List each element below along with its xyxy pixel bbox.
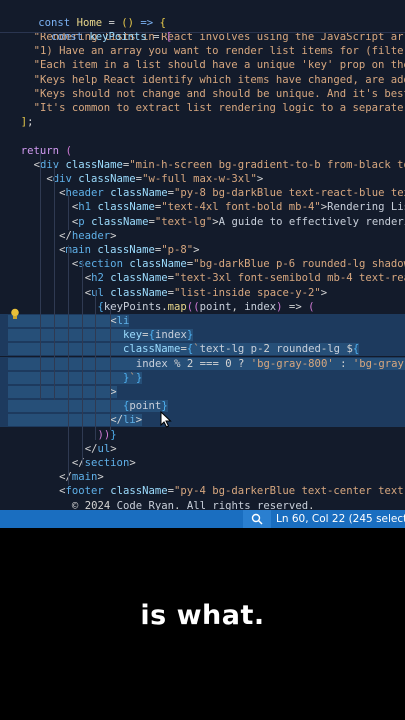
code-line[interactable]: "It's common to extract list rendering l… [0,101,405,115]
code-line[interactable]: <h2 className="text-3xl font-semibold mb… [0,271,405,285]
code-line[interactable]: <ul className="list-inside space-y-2"> [0,286,327,300]
code-line[interactable]: ]; [0,115,34,129]
code-line[interactable]: <h1 className="text-4xl font-bold mb-4">… [0,200,405,214]
code-line[interactable]: key={index} [0,328,405,343]
code-line[interactable] [0,129,8,143]
indent-guide [95,290,96,440]
code-line[interactable]: <li [0,314,405,328]
code-line[interactable]: {point} [0,399,405,414]
code-line[interactable]: "Keys help React identify which items ha… [0,73,405,87]
code-line[interactable]: <div className="min-h-screen bg-gradient… [0,158,405,172]
code-line[interactable]: <header className="py-8 bg-darkBlue text… [0,186,405,200]
status-bar: Ln 60, Col 22 (245 selected) [0,510,405,528]
code-line[interactable]: © 2024 Code Ryan. All rights reserved. [0,499,315,510]
code-line[interactable]: <section className="bg-darkBlue p-6 roun… [0,257,405,271]
code-line[interactable]: <p className="text-lg">A guide to effect… [0,215,405,229]
code-line[interactable]: <main className="p-8"> [0,243,199,257]
code-line[interactable]: className={`text-lg p-2 rounded-lg ${ [0,342,405,357]
code-line[interactable]: ))} [0,428,116,442]
search-icon[interactable] [243,510,271,528]
lightbulb-icon[interactable] [10,308,20,320]
indent-guide [68,245,69,485]
code-line[interactable]: {keyPoints.map((point, index) => ( [0,300,314,314]
indent-guide [54,165,55,400]
code-line[interactable]: </li> [0,413,405,428]
code-editor[interactable]: const Home = () => { const keyPoints = [… [0,0,405,510]
code-line[interactable]: <footer className="py-4 bg-darkerBlue te… [0,484,405,498]
sticky-line[interactable]: const keyPoints = [ [0,16,172,43]
code-line[interactable]: index % 2 === 0 ? 'bg-gray-800' : 'bg-gr… [0,356,405,371]
code-line[interactable]: "1) Have an array you want to render lis… [0,44,405,58]
code-line[interactable]: "Keys should not change and should be un… [0,87,405,101]
indent-guide [82,260,83,465]
sticky-line[interactable]: const Home = () => { [0,2,166,29]
cursor-position-status[interactable]: Ln 60, Col 22 (245 selected) [276,510,405,528]
indent-guide [68,195,69,230]
code-line[interactable]: return ( [0,144,72,158]
code-line[interactable]: "Each item in a list should have a uniqu… [0,58,405,72]
indent-guide [40,150,41,400]
code-line[interactable]: </main> [0,470,104,484]
code-line[interactable]: </header> [0,229,116,243]
indent-guide [110,305,111,430]
sticky-scroll-header[interactable]: const Home = () => { const keyPoints = [ [0,0,405,43]
code-line[interactable]: > [0,385,405,399]
caption-text: is what. [140,600,265,631]
mouse-cursor-icon [160,411,172,428]
code-line[interactable]: </ul> [0,442,117,456]
code-line[interactable]: }`} [0,370,405,385]
